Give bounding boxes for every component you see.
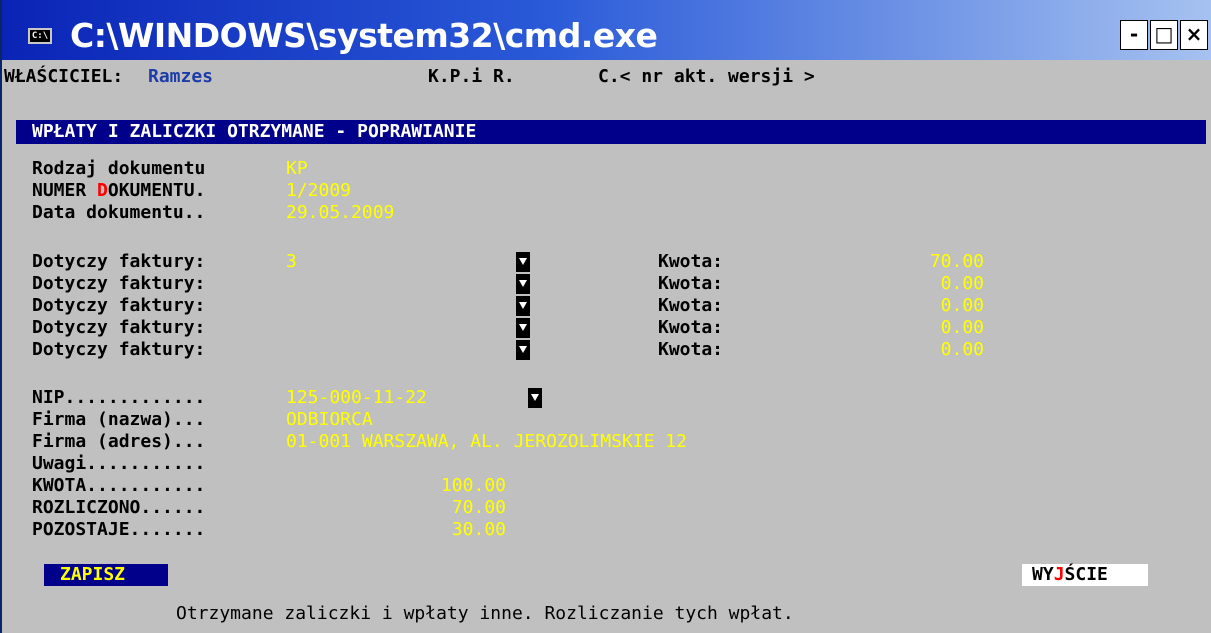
doc-number-value[interactable]: 1/2009 (286, 180, 351, 202)
exit-button[interactable]: WYJŚCIE (1022, 564, 1148, 586)
doc-number-hotkey: D (97, 180, 108, 201)
status-line: Otrzymane zaliczki i wpłaty inne. Rozlic… (176, 603, 794, 624)
app-name: K.P.i R. (428, 66, 515, 87)
minimize-button[interactable]: - (1120, 20, 1148, 50)
invoice-value[interactable]: 3 (286, 251, 297, 273)
doc-number-label-a: NUMER (32, 180, 98, 201)
console-area: WŁAŚCICIEL: Ramzes K.P.i R. C.< nr akt. … (4, 60, 1211, 633)
section-title: WPŁATY I ZALICZKI OTRZYMANE - POPRAWIANI… (32, 121, 477, 142)
console-icon[interactable]: C:\ (28, 28, 52, 44)
invoice-label: Dotyczy faktury: (32, 295, 206, 316)
total-amount-label: KWOTA........... (32, 475, 206, 496)
dropdown-arrow-icon[interactable] (516, 318, 530, 338)
doc-date-value[interactable]: 29.05.2009 (286, 202, 394, 224)
amount-label: Kwota: (658, 251, 724, 272)
nip-label: NIP............. (32, 387, 206, 408)
doc-type-label: Rodzaj dokumentu (32, 158, 206, 179)
company-address-label: Firma (adres)... (32, 431, 206, 452)
company-name-value[interactable]: ODBIORCA (286, 409, 373, 431)
invoice-label: Dotyczy faktury: (32, 273, 206, 294)
save-button[interactable]: ZAPISZ (44, 564, 168, 586)
invoice-label: Dotyczy faktury: (32, 251, 206, 272)
settled-label: ROZLICZONO...... (32, 497, 206, 518)
close-button[interactable]: × (1180, 20, 1208, 50)
dropdown-arrow-icon[interactable] (516, 340, 530, 360)
amount-label: Kwota: (658, 295, 724, 316)
invoice-label: Dotyczy faktury: (32, 317, 206, 338)
amount-value[interactable]: 0.00 (888, 295, 984, 317)
version-text: C.< nr akt. wersji > (598, 66, 815, 87)
remaining-value: 30.00 (451, 519, 506, 540)
company-name-label: Firma (nazwa)... (32, 409, 206, 430)
amount-value[interactable]: 0.00 (888, 339, 984, 361)
exit-button-label: WYJŚCIE (1032, 564, 1108, 586)
amount-value[interactable]: 0.00 (888, 273, 984, 295)
amount-label: Kwota: (658, 339, 724, 360)
exit-label-b: ŚCIE (1064, 564, 1108, 585)
total-amount-value: 100.00 (440, 475, 506, 496)
dropdown-arrow-icon[interactable] (516, 252, 530, 272)
nip-dropdown-arrow-icon[interactable] (528, 388, 542, 408)
amount-value[interactable]: 70.00 (888, 251, 984, 273)
save-button-label: ZAPISZ (60, 564, 126, 585)
notes-label: Uwagi........... (32, 453, 206, 474)
owner-name: Ramzes (148, 66, 214, 87)
doc-date-label: Data dokumentu.. (32, 202, 206, 223)
dropdown-arrow-icon[interactable] (516, 296, 530, 316)
doc-number-label: NUMER DOKUMENTU. (32, 180, 205, 202)
remaining-label: POZOSTAJE....... (32, 519, 206, 540)
nip-value[interactable]: 125-000-11-22 (286, 387, 427, 409)
settled-value: 70.00 (451, 497, 506, 518)
window-title: C:\WINDOWS\system32\cmd.exe (70, 16, 658, 55)
invoice-label: Dotyczy faktury: (32, 339, 206, 360)
dropdown-arrow-icon[interactable] (516, 274, 530, 294)
exit-label-a: WY (1032, 564, 1054, 585)
doc-number-label-b: OKUMENTU. (107, 180, 206, 201)
owner-label: WŁAŚCICIEL: (4, 66, 124, 87)
amount-label: Kwota: (658, 317, 724, 338)
cmd-window: C:\ C:\WINDOWS\system32\cmd.exe - □ × WŁ… (0, 0, 1211, 633)
amount-value[interactable]: 0.00 (888, 317, 984, 339)
title-bar[interactable]: C:\ C:\WINDOWS\system32\cmd.exe - □ × (2, 0, 1211, 60)
amount-label: Kwota: (658, 273, 724, 294)
company-address-value[interactable]: 01-001 WARSZAWA, AL. JEROZOLIMSKIE 12 (286, 431, 687, 453)
maximize-button[interactable]: □ (1150, 20, 1178, 50)
exit-hotkey: J (1053, 564, 1065, 585)
doc-type-value[interactable]: KP (286, 158, 308, 180)
